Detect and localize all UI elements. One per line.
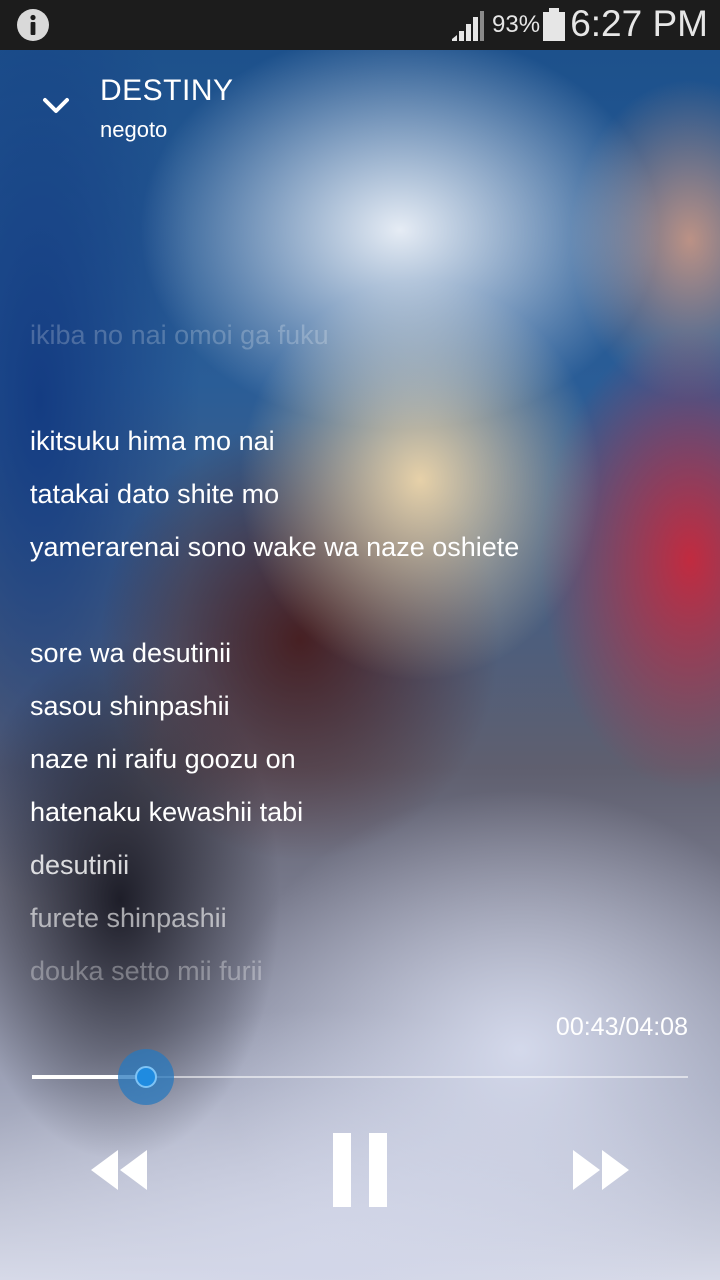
seek-handle[interactable] xyxy=(118,1049,175,1105)
lyric-line: sore wa desutinii xyxy=(30,638,232,668)
lyric-line: douka setto mii furii xyxy=(30,956,263,986)
lyric-line: ikitsuku hima mo nai xyxy=(30,426,275,456)
lyric-line: yamerarenai sono wake wa naze oshiete xyxy=(30,532,520,562)
lyric-line: sasou shinpashii xyxy=(30,691,230,721)
lyric-line: hatenaku kewashii tabi xyxy=(30,797,304,827)
pause-icon xyxy=(333,1133,387,1207)
lyric-line: furete shinpashii xyxy=(30,903,227,933)
playback-time: 00:43/04:08 xyxy=(555,1013,688,1041)
music-player-screen: 93% 6:27 PM DESTINY negoto ikiba no nai … xyxy=(0,0,720,1280)
fast-forward-button[interactable] xyxy=(566,1140,638,1200)
lyric-line: desutinii xyxy=(30,850,130,880)
lyric-line: tatakai dato shite mo xyxy=(30,479,280,509)
seek-handle-dot xyxy=(135,1066,158,1088)
pause-button[interactable] xyxy=(322,1130,398,1210)
rewind-button[interactable] xyxy=(82,1140,154,1200)
lyric-line: ikiba no nai omoi ga fuku xyxy=(30,320,329,350)
fast-forward-icon xyxy=(573,1150,629,1190)
lyrics-panel[interactable]: ikiba no nai omoi ga fuku ikitsuku hima … xyxy=(30,0,690,1000)
rewind-icon xyxy=(91,1150,147,1190)
lyric-line: naze ni raifu goozu on xyxy=(30,744,296,774)
